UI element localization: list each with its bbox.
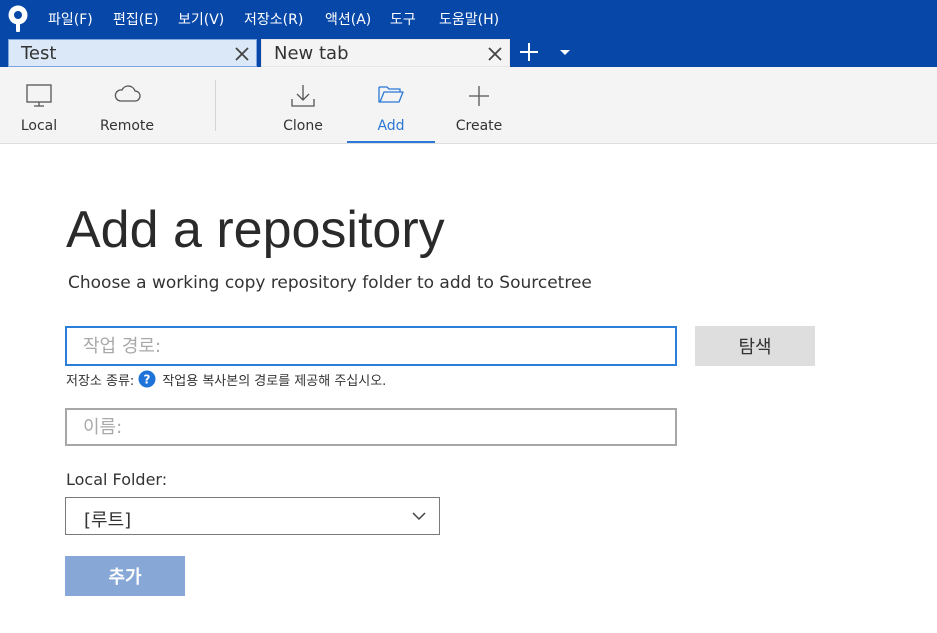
plus-icon	[469, 86, 489, 106]
folder-open-icon	[378, 86, 404, 103]
toolbar-label: Add	[377, 118, 405, 134]
toolbar: Local Remote Clone Add Create	[0, 67, 937, 144]
monitor-icon	[26, 84, 52, 107]
menu-item-repository[interactable]: 저장소(R)	[244, 9, 303, 29]
toolbar-label: Create	[455, 118, 503, 134]
working-path-input[interactable]	[65, 326, 677, 366]
toolbar-label: Local	[20, 118, 58, 134]
page-subtitle: Choose a working copy repository folder …	[68, 273, 592, 293]
toolbar-add-button[interactable]: Add	[347, 67, 435, 143]
menu-item-help[interactable]: 도움말(H)	[439, 9, 499, 29]
cloud-icon	[114, 85, 141, 102]
tab-label: Test	[21, 43, 57, 64]
tab-label: New tab	[274, 43, 349, 64]
tab-new-tab[interactable]: New tab	[261, 39, 510, 67]
add-button[interactable]: 추가	[65, 556, 185, 596]
menu-item-file[interactable]: 파일(F)	[48, 9, 93, 29]
menu-item-edit[interactable]: 편집(E)	[113, 9, 159, 29]
tab-bar: Test New tab	[0, 38, 937, 67]
tab-test[interactable]: Test	[8, 39, 257, 67]
plus-icon[interactable]	[518, 41, 540, 63]
toolbar-remote-button[interactable]: Remote	[92, 67, 162, 143]
toolbar-create-button[interactable]: Create	[446, 67, 512, 143]
browse-button[interactable]: 탐색	[695, 326, 815, 366]
menu-item-tools[interactable]: 도구	[390, 9, 416, 29]
repo-type-label: 저장소 종류:	[66, 373, 135, 389]
local-folder-label: Local Folder:	[66, 470, 168, 489]
chevron-down-icon	[412, 512, 426, 521]
repo-type-row: 저장소 종류: ? 작업용 복사본의 경로를 제공해 주십시오.	[66, 369, 386, 389]
toolbar-clone-button[interactable]: Clone	[270, 67, 336, 143]
menu-item-view[interactable]: 보기(V)	[178, 9, 224, 29]
local-folder-select[interactable]: [루트]	[65, 497, 440, 535]
download-icon	[291, 85, 315, 107]
svg-text:?: ?	[144, 373, 151, 387]
toolbar-local-button[interactable]: Local	[8, 67, 70, 143]
toolbar-label: Remote	[99, 118, 155, 134]
name-input[interactable]	[65, 408, 677, 446]
close-icon[interactable]	[233, 45, 251, 63]
toolbar-label: Clone	[283, 118, 323, 134]
menu-bar: 파일(F) 편집(E) 보기(V) 저장소(R) 액션(A) 도구 도움말(H)	[0, 0, 937, 38]
menu-item-actions[interactable]: 액션(A)	[325, 9, 371, 29]
local-folder-value: [루트]	[84, 510, 132, 531]
close-icon[interactable]	[486, 45, 504, 63]
help-icon[interactable]: ?	[138, 370, 156, 388]
sourcetree-logo	[8, 5, 28, 32]
repo-type-message: 작업용 복사본의 경로를 제공해 주십시오.	[162, 373, 387, 389]
toolbar-separator	[215, 80, 216, 131]
caret-down-icon[interactable]	[558, 47, 572, 57]
page-title: Add a repository	[66, 201, 445, 259]
